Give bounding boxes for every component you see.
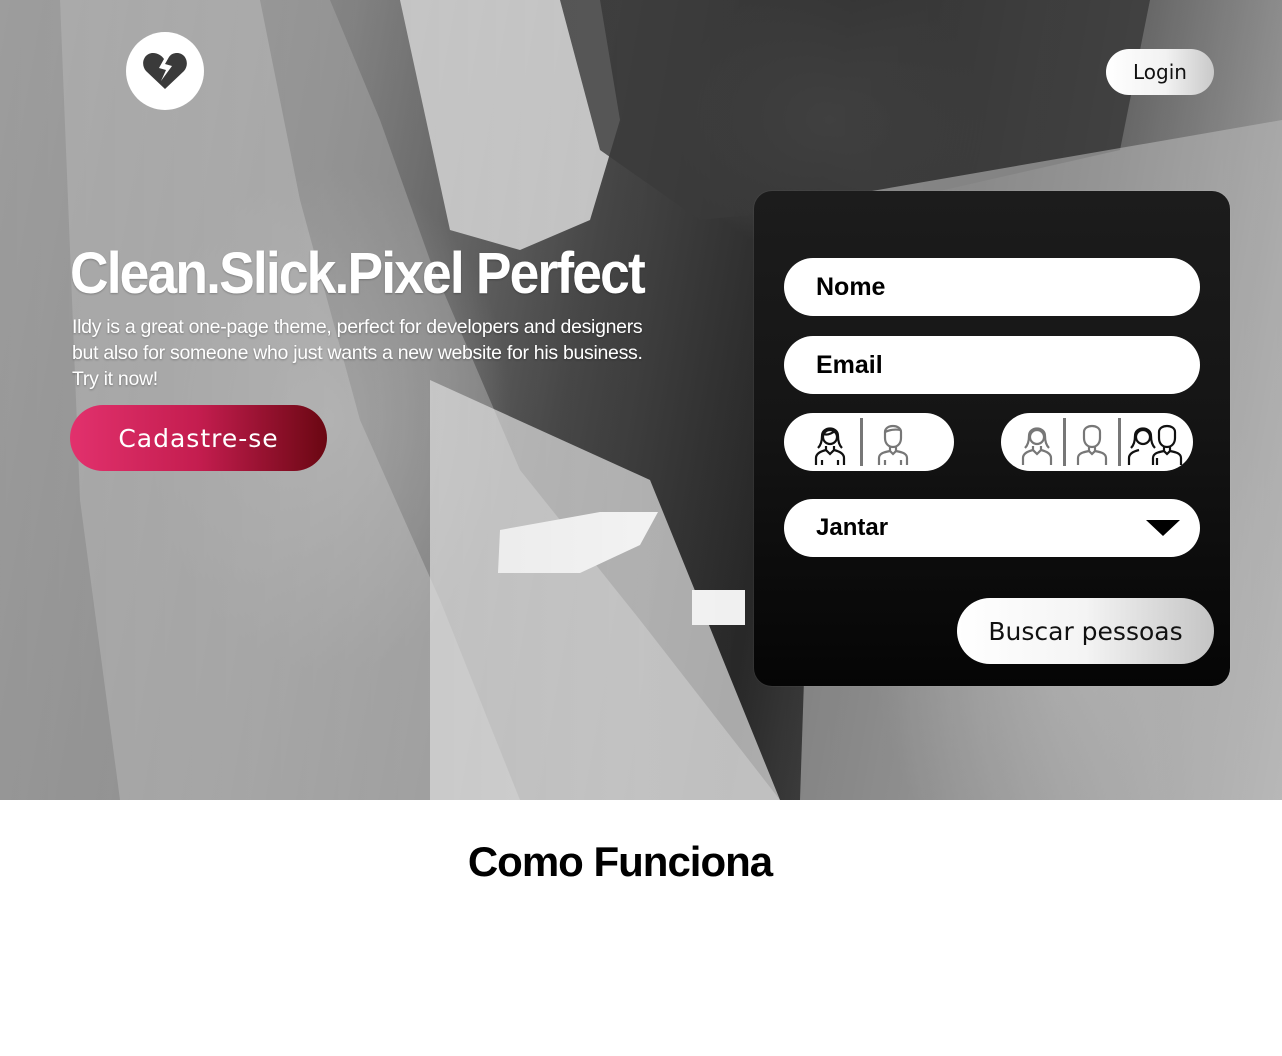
seeking-toggle xyxy=(1001,413,1193,471)
name-field[interactable] xyxy=(784,258,1200,316)
seeking-divider xyxy=(1063,418,1066,466)
hero-subtitle: Ildy is a great one-page theme, perfect … xyxy=(72,316,643,390)
search-people-button[interactable]: Buscar pessoas xyxy=(957,598,1214,664)
logo[interactable] xyxy=(126,32,204,110)
chevron-down-icon xyxy=(1146,520,1180,536)
hero-headline: Clean.Slick.Pixel Perfect xyxy=(70,241,646,306)
login-button[interactable]: Login xyxy=(1106,49,1214,95)
activity-select-value: Jantar xyxy=(816,514,889,541)
email-field[interactable] xyxy=(784,336,1200,394)
how-it-works-title: Como Funciona xyxy=(467,838,773,885)
male-icon[interactable] xyxy=(873,416,913,468)
gender-divider xyxy=(860,418,863,466)
activity-select[interactable]: Jantar xyxy=(784,499,1200,557)
female-icon[interactable] xyxy=(1017,416,1057,468)
couple-icon[interactable] xyxy=(1127,416,1183,468)
seeking-divider xyxy=(1118,418,1121,466)
female-icon[interactable] xyxy=(810,416,850,468)
gender-toggle xyxy=(784,413,954,471)
signup-button[interactable]: Cadastre-se xyxy=(70,405,327,471)
broken-heart-icon xyxy=(143,53,187,89)
male-icon[interactable] xyxy=(1072,416,1112,468)
